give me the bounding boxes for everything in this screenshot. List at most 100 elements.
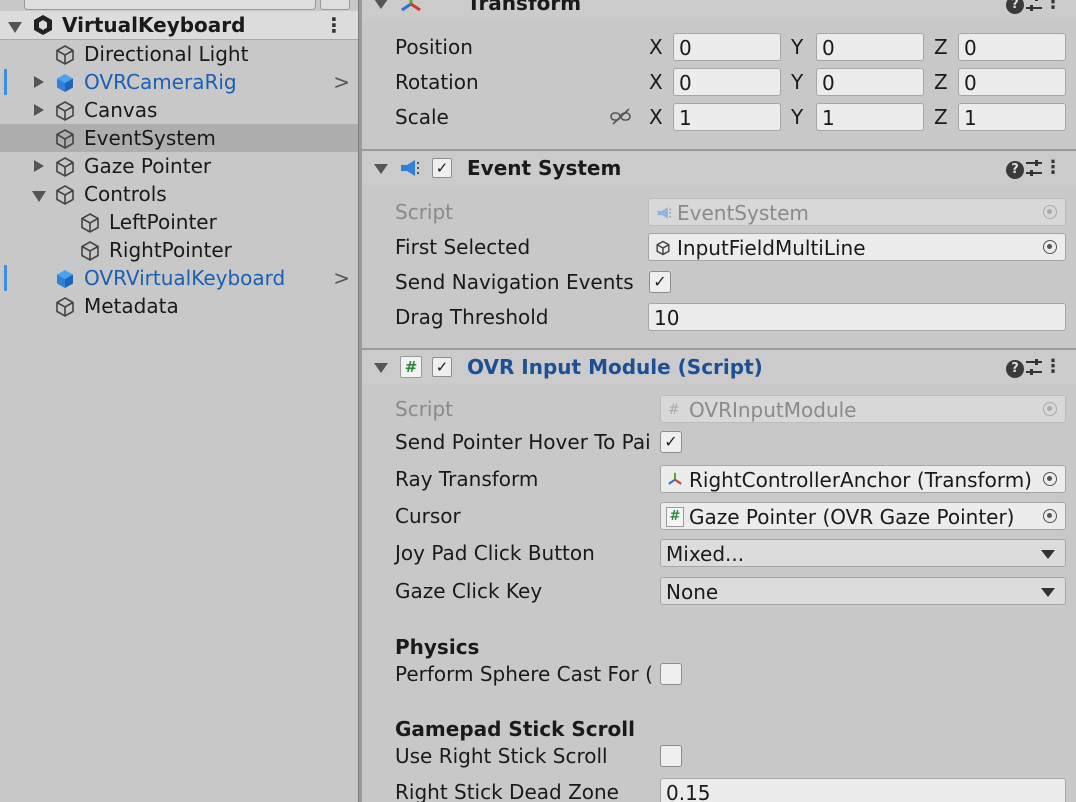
x-axis-label[interactable]: X — [649, 102, 663, 132]
send-navigation-events-label: Send Navigation Events — [395, 270, 634, 294]
hierarchy-item-controls[interactable]: Controls — [0, 180, 358, 208]
cursor-value: Gaze Pointer (OVR Gaze Pointer) — [689, 505, 1015, 529]
collapse-arrow-icon[interactable] — [374, 0, 388, 9]
chevron-right-icon[interactable]: > — [333, 68, 350, 96]
hierarchy-item-label: Gaze Pointer — [84, 154, 212, 178]
scale-y-field[interactable]: 1 — [816, 103, 924, 131]
use-right-stick-scroll-checkbox[interactable] — [660, 745, 682, 767]
kebab-menu-icon[interactable]: ⋮ — [1044, 157, 1062, 178]
event-system-header[interactable]: ✓ Event System ? ⋮ — [362, 149, 1076, 185]
expand-arrow-icon[interactable] — [8, 22, 22, 33]
hierarchy-search-options-button[interactable] — [320, 0, 350, 10]
y-axis-label[interactable]: Y — [791, 32, 803, 62]
scene-menu-icon[interactable]: ⋮ — [324, 11, 344, 39]
scale-label: Scale — [395, 105, 449, 129]
collapse-arrow-icon[interactable] — [374, 363, 388, 373]
script-value: OVRInputModule — [689, 398, 857, 422]
perform-sphere-cast-checkbox[interactable] — [660, 663, 682, 685]
object-picker-icon[interactable] — [1043, 509, 1057, 523]
scale-x-field[interactable]: 1 — [673, 103, 781, 131]
dropdown-caret-icon — [1041, 588, 1055, 597]
scale-z-field[interactable]: 1 — [958, 103, 1066, 131]
presets-sliders-icon[interactable] — [1024, 358, 1044, 376]
send-navigation-events-checkbox[interactable]: ✓ — [649, 271, 671, 293]
hierarchy-item-label: OVRCameraRig — [84, 70, 237, 94]
gameobject-cube-icon — [81, 241, 99, 261]
gaze-click-key-label: Gaze Click Key — [395, 579, 543, 603]
transform-header[interactable]: Transform ? ⋮ — [362, 0, 1076, 20]
constrain-proportions-link-icon[interactable] — [610, 108, 632, 126]
help-icon[interactable]: ? — [1006, 161, 1024, 179]
drag-threshold-field[interactable]: 10 — [648, 303, 1066, 331]
hierarchy-item-metadata[interactable]: Metadata — [0, 292, 358, 320]
component-header-icons: ? ⋮ — [1006, 356, 1062, 378]
expand-arrow-icon[interactable] — [34, 160, 44, 172]
z-axis-label[interactable]: Z — [934, 67, 948, 97]
expand-arrow-icon[interactable] — [34, 104, 44, 116]
object-picker-icon[interactable] — [1043, 472, 1057, 486]
hierarchy-item-rightpointer[interactable]: RightPointer — [0, 236, 358, 264]
scene-row[interactable]: VirtualKeyboard ⋮ — [0, 11, 358, 40]
hierarchy-item-ovrvirtualkeyboard[interactable]: OVRVirtualKeyboard > — [0, 264, 358, 292]
ovr-input-script-field: # OVRInputModule — [660, 395, 1066, 423]
hierarchy-search-input[interactable] — [24, 0, 316, 10]
hierarchy-item-directional-light[interactable]: Directional Light — [0, 40, 358, 68]
hierarchy-item-label: Metadata — [84, 294, 179, 318]
object-picker-icon[interactable] — [1043, 240, 1057, 254]
position-y-field[interactable]: 0 — [816, 33, 924, 61]
expand-arrow-icon[interactable] — [32, 191, 46, 202]
rotation-x-field[interactable]: 0 — [673, 68, 781, 96]
first-selected-label: First Selected — [395, 235, 531, 259]
ray-transform-field[interactable]: RightControllerAnchor (Transform) — [660, 465, 1066, 493]
hierarchy-item-gaze-pointer[interactable]: Gaze Pointer — [0, 152, 358, 180]
transform-axes-icon — [401, 0, 421, 12]
hierarchy-item-ovrcamerarig[interactable]: OVRCameraRig > — [0, 68, 358, 96]
right-stick-dead-zone-field[interactable]: 0.15 — [660, 778, 1066, 802]
presets-sliders-icon[interactable] — [1024, 159, 1044, 177]
kebab-menu-icon[interactable]: ⋮ — [1044, 0, 1062, 13]
prefab-override-bar — [4, 265, 7, 291]
transform-axes-icon — [668, 472, 682, 485]
perform-sphere-cast-label: Perform Sphere Cast For ( — [395, 662, 653, 686]
hierarchy-item-leftpointer[interactable]: LeftPointer — [0, 208, 358, 236]
component-enabled-checkbox[interactable]: ✓ — [432, 357, 452, 377]
cursor-label: Cursor — [395, 504, 461, 528]
expand-arrow-icon[interactable] — [34, 76, 44, 88]
first-selected-field[interactable]: InputFieldMultiLine — [648, 233, 1066, 261]
z-axis-label[interactable]: Z — [934, 32, 948, 62]
hierarchy-item-label: Controls — [84, 182, 167, 206]
help-icon[interactable]: ? — [1006, 360, 1024, 378]
x-axis-label[interactable]: X — [649, 67, 663, 97]
presets-sliders-icon[interactable] — [1024, 0, 1044, 12]
scene-name: VirtualKeyboard — [62, 13, 246, 37]
prefab-cube-icon — [57, 74, 73, 92]
chevron-right-icon[interactable]: > — [333, 264, 350, 292]
z-axis-label[interactable]: Z — [934, 102, 948, 132]
rotation-y-field[interactable]: 0 — [816, 68, 924, 96]
object-picker-icon — [1043, 205, 1057, 219]
csharp-script-icon: # — [666, 507, 684, 527]
hierarchy-item-label: OVRVirtualKeyboard — [84, 266, 286, 290]
event-system-megaphone-icon — [401, 160, 419, 176]
collapse-arrow-icon[interactable] — [374, 164, 388, 174]
ovr-input-module-header[interactable]: # ✓ OVR Input Module (Script) ? ⋮ — [362, 348, 1076, 384]
y-axis-label[interactable]: Y — [791, 67, 803, 97]
send-pointer-hover-checkbox[interactable]: ✓ — [660, 431, 682, 453]
position-x-field[interactable]: 0 — [673, 33, 781, 61]
y-axis-label[interactable]: Y — [791, 102, 803, 132]
gaze-click-key-dropdown[interactable]: None — [660, 577, 1066, 605]
use-right-stick-scroll-label: Use Right Stick Scroll — [395, 744, 608, 768]
hierarchy-item-eventsystem[interactable]: EventSystem — [0, 124, 358, 152]
joy-pad-click-button-dropdown[interactable]: Mixed... — [660, 539, 1066, 567]
cursor-field[interactable]: # Gaze Pointer (OVR Gaze Pointer) — [660, 502, 1066, 530]
gameobject-cube-icon — [56, 45, 74, 65]
x-axis-label[interactable]: X — [649, 32, 663, 62]
ray-transform-label: Ray Transform — [395, 467, 539, 491]
rotation-z-field[interactable]: 0 — [958, 68, 1066, 96]
hierarchy-item-canvas[interactable]: Canvas — [0, 96, 358, 124]
help-icon[interactable]: ? — [1006, 0, 1024, 14]
position-z-field[interactable]: 0 — [958, 33, 1066, 61]
inspector-panel: Transform ? ⋮ Position X 0 Y 0 Z 0 Rotati… — [362, 0, 1076, 802]
component-enabled-checkbox[interactable]: ✓ — [432, 158, 452, 178]
kebab-menu-icon[interactable]: ⋮ — [1044, 356, 1062, 377]
